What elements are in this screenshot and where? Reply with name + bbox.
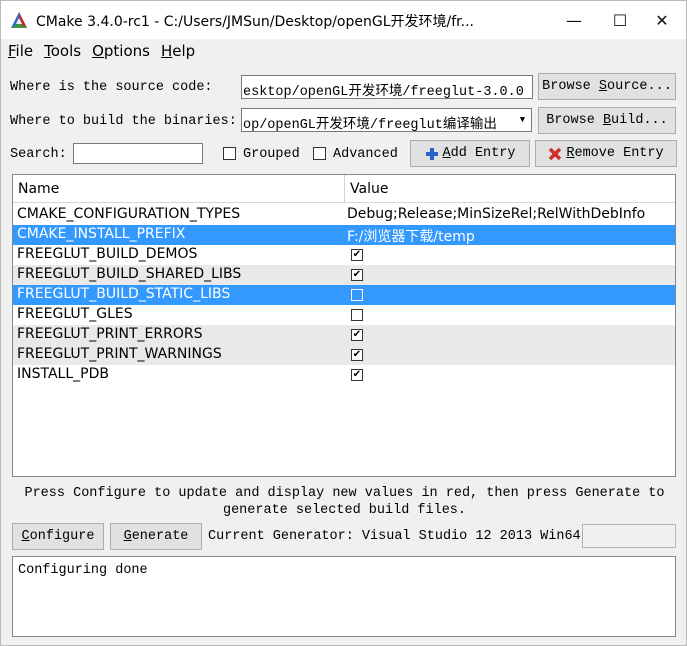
title-bar[interactable]: CMake 3.4.0-rc1 - C:/Users/JMSun/Desktop… bbox=[1, 1, 686, 39]
add-entry-button[interactable]: Add Entry bbox=[410, 140, 530, 167]
plus-icon bbox=[425, 147, 438, 160]
close-button[interactable]: ✕ bbox=[639, 1, 685, 39]
progress-bar bbox=[582, 524, 676, 548]
output-text: Configuring done bbox=[18, 563, 148, 578]
menu-options[interactable]: Options bbox=[85, 42, 150, 60]
source-path-input[interactable]: esktop/openGL开发环境/freeglut-3.0.0 bbox=[241, 75, 533, 99]
cache-table[interactable]: Name Value CMAKE_CONFIGURATION_TYPES Deb… bbox=[12, 174, 676, 477]
close-icon: ✕ bbox=[655, 10, 669, 30]
browse-source-button[interactable]: Browse Source... bbox=[538, 73, 676, 100]
row-checkbox[interactable]: ✔ bbox=[351, 329, 363, 341]
row-name: FREEGLUT_BUILD_STATIC_LIBS bbox=[17, 286, 231, 302]
row-checkbox[interactable]: ✔ bbox=[351, 369, 363, 381]
minimize-icon: — bbox=[566, 10, 582, 30]
row-checkbox[interactable]: ✔ bbox=[351, 349, 363, 361]
window-title: CMake 3.4.0-rc1 - C:/Users/JMSun/Desktop… bbox=[36, 14, 474, 30]
menu-help[interactable]: Help bbox=[154, 42, 195, 60]
column-header-name[interactable]: Name bbox=[13, 175, 345, 203]
row-value[interactable]: F:/浏览器下载/temp bbox=[347, 226, 475, 246]
search-input[interactable] bbox=[73, 143, 203, 164]
row-value[interactable]: Debug;Release;MinSizeRel;RelWithDebInfo bbox=[347, 206, 645, 222]
build-path-value: op/openGL开发环境/freeglut编译输出 bbox=[243, 118, 497, 132]
row-checkbox[interactable]: ✔ bbox=[351, 269, 363, 281]
build-label: Where to build the binaries: bbox=[10, 114, 237, 129]
source-label: Where is the source code: bbox=[10, 80, 213, 95]
search-label: Search: bbox=[10, 147, 67, 162]
red-x-icon bbox=[549, 147, 562, 160]
build-path-combo[interactable]: op/openGL开发环境/freeglut编译输出 ▼ bbox=[241, 108, 532, 132]
row-checkbox[interactable] bbox=[351, 309, 363, 321]
row-name: INSTALL_PDB bbox=[17, 366, 109, 382]
row-name: FREEGLUT_PRINT_WARNINGS bbox=[17, 346, 222, 362]
table-header: Name Value bbox=[13, 175, 675, 203]
row-checkbox[interactable]: ✔ bbox=[351, 249, 363, 261]
advanced-checkbox[interactable] bbox=[313, 147, 326, 160]
instructions-text: Press Configure to update and display ne… bbox=[24, 486, 665, 518]
maximize-icon: ☐ bbox=[612, 10, 628, 30]
row-checkbox[interactable] bbox=[351, 289, 363, 301]
menu-bar: File Tools Options Help bbox=[1, 39, 686, 63]
browse-build-button[interactable]: Browse Build... bbox=[538, 107, 676, 134]
row-name: FREEGLUT_GLES bbox=[17, 306, 133, 322]
maximize-button[interactable]: ☐ bbox=[597, 1, 643, 39]
row-name: FREEGLUT_PRINT_ERRORS bbox=[17, 326, 203, 342]
row-name: CMAKE_CONFIGURATION_TYPES bbox=[17, 206, 241, 222]
cmake-logo-icon bbox=[11, 12, 27, 28]
advanced-label: Advanced bbox=[333, 147, 398, 162]
table-row[interactable]: FREEGLUT_BUILD_SHARED_LIBS ✔ bbox=[13, 265, 675, 285]
cmake-window: CMake 3.4.0-rc1 - C:/Users/JMSun/Desktop… bbox=[0, 0, 687, 646]
column-header-value[interactable]: Value bbox=[345, 175, 675, 203]
grouped-checkbox[interactable] bbox=[223, 147, 236, 160]
row-name: CMAKE_INSTALL_PREFIX bbox=[17, 226, 186, 242]
menu-file[interactable]: File bbox=[1, 42, 33, 60]
dropdown-arrow-icon[interactable]: ▼ bbox=[515, 110, 530, 130]
row-name: FREEGLUT_BUILD_DEMOS bbox=[17, 246, 198, 262]
table-row[interactable]: FREEGLUT_PRINT_WARNINGS ✔ bbox=[13, 345, 675, 365]
current-generator-label: Current Generator: Visual Studio 12 2013… bbox=[208, 529, 581, 544]
configure-button[interactable]: Configure bbox=[12, 523, 104, 550]
table-row[interactable]: INSTALL_PDB ✔ bbox=[13, 365, 675, 385]
menu-tools[interactable]: Tools bbox=[37, 42, 81, 60]
source-path-value: esktop/openGL开发环境/freeglut-3.0.0 bbox=[243, 85, 524, 99]
grouped-label: Grouped bbox=[243, 147, 300, 162]
table-row[interactable]: CMAKE_INSTALL_PREFIX F:/浏览器下载/temp bbox=[13, 225, 675, 245]
minimize-button[interactable]: — bbox=[551, 1, 597, 39]
table-row[interactable]: FREEGLUT_PRINT_ERRORS ✔ bbox=[13, 325, 675, 345]
row-name: FREEGLUT_BUILD_SHARED_LIBS bbox=[17, 266, 242, 282]
table-row[interactable]: FREEGLUT_BUILD_STATIC_LIBS bbox=[13, 285, 675, 305]
remove-entry-button[interactable]: Remove Entry bbox=[535, 140, 677, 167]
generate-button[interactable]: Generate bbox=[110, 523, 202, 550]
output-log[interactable]: Configuring done bbox=[12, 556, 676, 637]
table-row[interactable]: CMAKE_CONFIGURATION_TYPES Debug;Release;… bbox=[13, 205, 675, 225]
table-row[interactable]: FREEGLUT_GLES bbox=[13, 305, 675, 325]
table-row[interactable]: FREEGLUT_BUILD_DEMOS ✔ bbox=[13, 245, 675, 265]
